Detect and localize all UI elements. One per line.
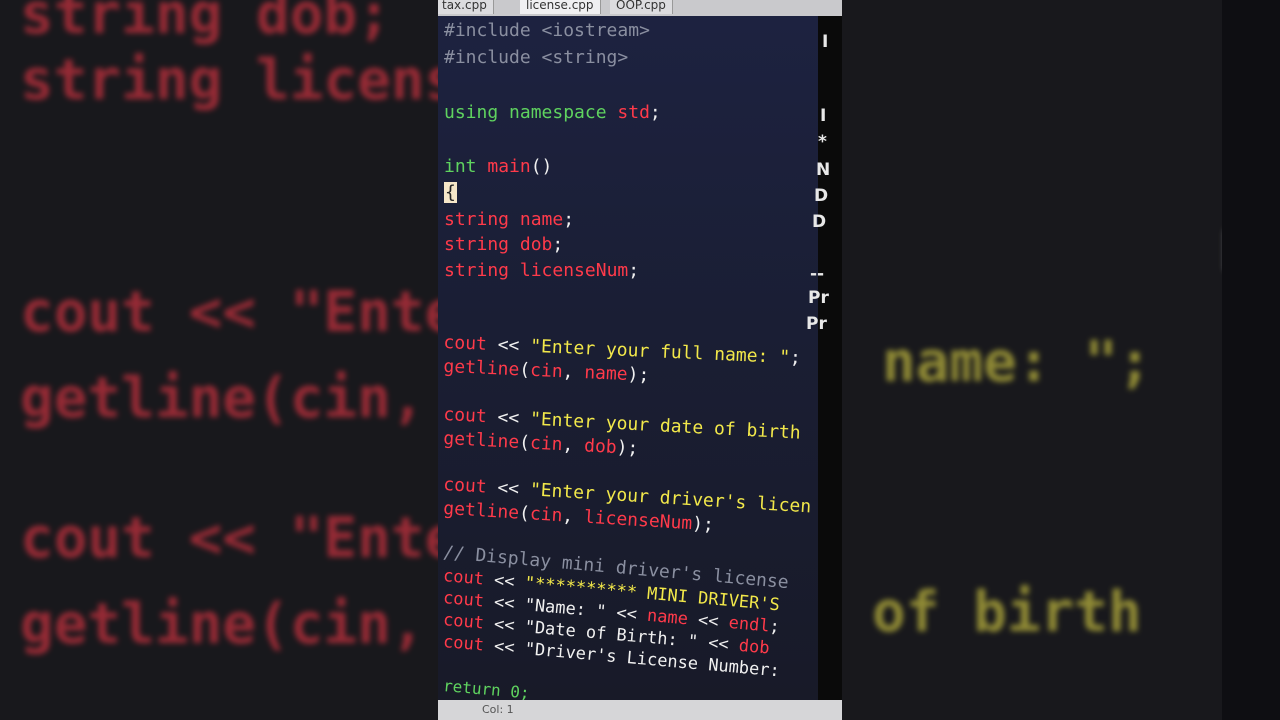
code-line: string dob; [444, 234, 564, 255]
console-text: I [820, 106, 827, 126]
blur-text: name: "; [882, 330, 1152, 395]
cursor-position: Col: 1 [482, 703, 514, 716]
console-text: Pr [806, 314, 827, 334]
tab-tax-cpp[interactable]: tax.cpp [438, 0, 494, 14]
code-line: string name; [444, 209, 575, 230]
blur-text: string licens [20, 48, 438, 113]
console-text: N [816, 160, 831, 180]
blur-text: cout << "Ente [20, 506, 438, 571]
console-text: -- [810, 264, 825, 284]
output-console: I I * N D D -- Pr Pr [806, 16, 842, 706]
code-line: return 0; [442, 676, 531, 703]
blur-text: getline(cin, [20, 592, 425, 657]
video-frame: tax.cpp license.cpp OOP.cpp #include <io… [438, 0, 842, 720]
code-line: #include <iostream> [444, 20, 650, 41]
blur-text: cout << "Ente [20, 280, 438, 345]
blurred-background-right: -- Pr Pr name: "; of birth [842, 0, 1280, 720]
code-line: string licenseNum; [444, 260, 640, 281]
code-line: int main() [444, 156, 553, 177]
tab-oop-cpp[interactable]: OOP.cpp [610, 0, 673, 14]
text-cursor: { [444, 182, 457, 203]
code-line: using namespace std; [444, 102, 661, 123]
blur-text: getline(cin, [20, 366, 425, 431]
console-text: D [812, 212, 827, 232]
tab-license-cpp[interactable]: license.cpp [520, 0, 601, 14]
code-line: #include <string> [444, 47, 629, 68]
console-text: I [822, 32, 829, 52]
blur-text: string dob; [20, 0, 391, 47]
console-text: Pr [808, 288, 829, 308]
blur-edge [1222, 0, 1280, 720]
code-editor[interactable]: #include <iostream> #include <string> us… [438, 16, 818, 706]
code-line: { [444, 182, 457, 203]
blur-text: of birth [872, 580, 1142, 645]
console-text: * [818, 132, 827, 152]
status-bar: Col: 1 [438, 700, 842, 720]
console-text: D [814, 186, 829, 206]
editor-tab-bar: tax.cpp license.cpp OOP.cpp [438, 0, 842, 16]
blurred-background-left: string dob; string licens cout << "Ente … [0, 0, 438, 720]
